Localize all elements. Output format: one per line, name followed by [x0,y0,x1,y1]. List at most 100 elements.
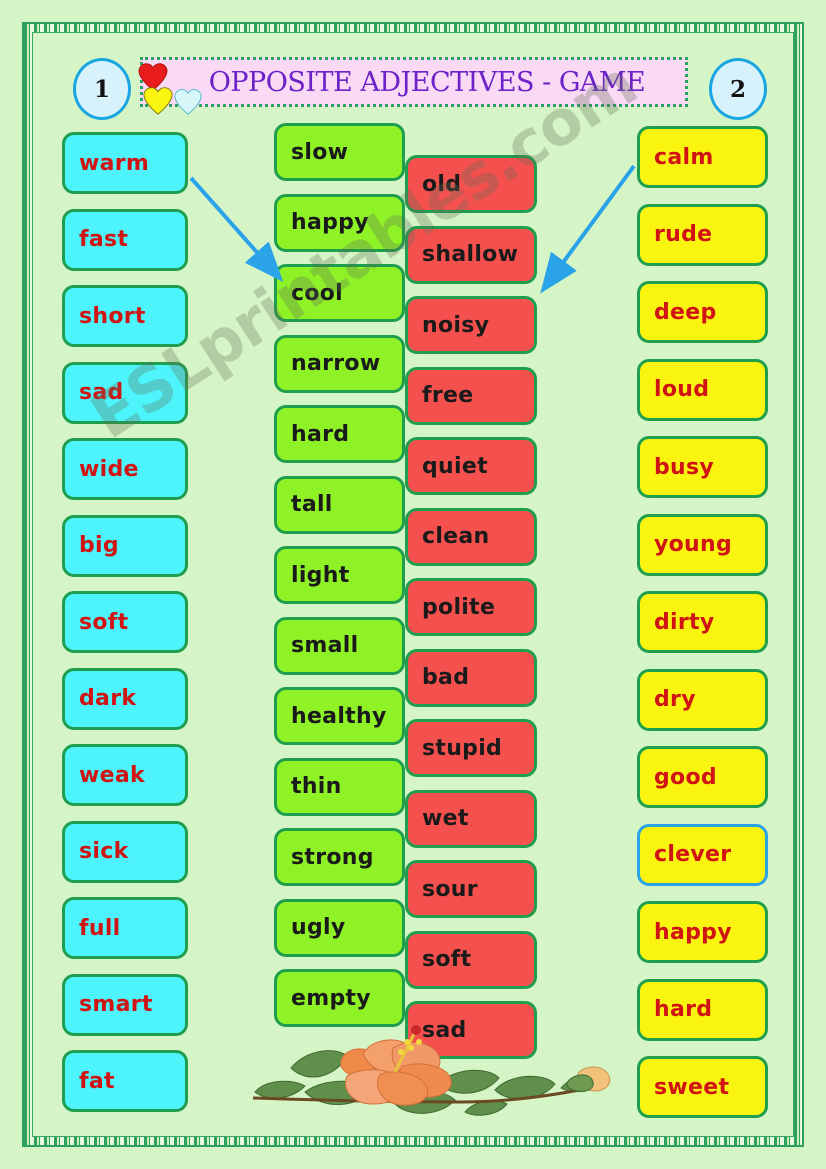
word-card[interactable]: narrow [274,334,405,393]
word-card-label: loud [654,377,710,402]
page-title: OPPOSITE ADJECTIVES - GAME [208,66,646,98]
word-card[interactable]: empty [274,969,405,1027]
heart-icon-white [174,87,202,117]
word-card-label: wide [79,456,139,482]
word-card-label: quiet [422,453,488,479]
word-card[interactable]: old [405,155,537,213]
word-card[interactable]: dirty [637,591,768,653]
word-card-label: dirty [654,609,715,635]
word-card[interactable]: clever [637,823,768,886]
word-card[interactable]: healthy [274,687,405,745]
word-card-label: empty [291,985,371,1011]
word-card[interactable]: smart [62,973,188,1036]
word-card-label: sweet [654,1074,730,1100]
word-card[interactable]: clean [405,507,537,566]
word-card[interactable]: young [637,513,768,576]
word-card[interactable]: noisy [405,296,537,354]
word-card[interactable]: fast [62,208,188,271]
word-card[interactable]: sad [62,361,188,424]
word-card-label: light [291,562,350,588]
word-card[interactable]: fat [62,1050,188,1112]
word-card[interactable]: wide [62,438,188,500]
player-one-badge[interactable]: 1 [73,58,131,120]
word-card-label: hard [291,421,350,447]
word-card[interactable]: stupid [405,719,537,777]
word-card[interactable]: slow [274,123,405,181]
word-card[interactable]: bad [405,648,537,707]
worksheet-page: 1 2 OPPOSITE ADJECTIVES - GAME warm fast s… [0,0,826,1169]
title-banner: OPPOSITE ADJECTIVES - GAME [140,57,688,107]
word-card-label: full [79,915,121,941]
word-card[interactable]: shallow [405,225,537,284]
word-card-label: bad [422,665,470,690]
word-card-label: tall [291,492,333,517]
word-card-label: sad [79,380,124,405]
word-card[interactable]: quiet [405,437,537,495]
word-card-label: polite [422,594,496,620]
word-card-label: soft [79,609,129,635]
word-card-label: calm [654,144,714,170]
word-card-label: healthy [291,703,387,729]
word-card[interactable]: busy [637,436,768,498]
word-card-label: noisy [422,312,490,338]
word-card-label: wet [422,806,469,831]
word-card[interactable]: dry [637,668,768,731]
word-card[interactable]: rude [637,203,768,266]
word-card[interactable]: weak [62,744,188,806]
word-card[interactable]: polite [405,578,537,636]
word-card-label: strong [291,844,374,870]
flower-bud [566,1066,611,1093]
word-card-label: good [654,764,717,790]
word-card[interactable]: full [62,897,188,959]
word-card-label: thin [291,774,342,799]
word-card[interactable]: free [405,366,537,425]
word-card[interactable]: light [274,546,405,604]
word-card[interactable]: soft [62,591,188,653]
word-card-label: fast [79,227,129,252]
player-two-badge[interactable]: 2 [709,58,767,120]
word-card-label: weak [79,762,145,788]
word-card[interactable]: strong [274,828,405,886]
word-card[interactable]: hard [274,405,405,463]
word-card-label: free [422,383,474,408]
word-card-label: small [291,633,359,658]
word-card[interactable]: calm [637,126,768,188]
word-card-label: warm [79,150,150,176]
word-card[interactable]: ugly [274,898,405,957]
word-card[interactable]: soft [405,930,537,989]
word-card[interactable]: happy [274,193,405,252]
word-card[interactable]: tall [274,475,405,534]
word-card[interactable]: deep [637,281,768,343]
heart-icon-yellow [143,85,173,117]
word-card-label: old [422,171,462,197]
word-card[interactable]: sour [405,860,537,918]
word-card[interactable]: sweet [637,1056,768,1118]
word-card-label: fat [79,1068,115,1094]
word-card-label: shallow [422,242,519,267]
word-card[interactable]: thin [274,757,405,816]
word-card[interactable]: cool [274,264,405,322]
word-card-label: dark [79,686,137,711]
word-card-label: clever [654,842,732,867]
word-card-label: slow [291,139,349,165]
word-card[interactable]: short [62,285,188,347]
word-card[interactable]: wet [405,789,537,848]
word-card[interactable]: dark [62,667,188,730]
word-card-label: smart [79,992,153,1017]
word-card[interactable]: sick [62,820,188,883]
word-card-label: dry [654,687,696,712]
word-card[interactable]: happy [637,901,768,963]
word-card[interactable]: small [274,616,405,675]
word-card-label: rude [654,222,713,247]
word-card[interactable]: good [637,746,768,808]
word-card-label: soft [422,947,472,972]
word-card-label: hard [654,997,713,1022]
word-card-label: clean [422,524,490,549]
word-card-label: happy [654,919,732,945]
word-card[interactable]: warm [62,132,188,194]
word-card[interactable]: big [62,514,188,577]
word-card[interactable]: loud [637,358,768,421]
player-two-label: 2 [729,75,746,103]
word-card[interactable]: hard [637,978,768,1041]
word-card-label: deep [654,299,717,325]
